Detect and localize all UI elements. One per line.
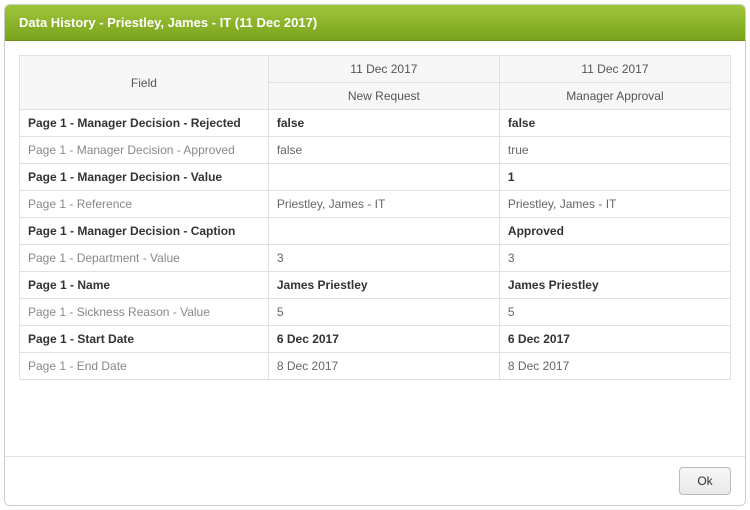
table-row: Page 1 - Manager Decision - Value 1 (20, 164, 731, 191)
value-cell: 5 (499, 299, 730, 326)
table-row: Page 1 - Start Date6 Dec 20176 Dec 2017 (20, 326, 731, 353)
value-cell: Priestley, James - IT (499, 191, 730, 218)
dialog-body: Field 11 Dec 2017 11 Dec 2017 New Reques… (5, 41, 745, 456)
field-cell: Page 1 - Sickness Reason - Value (20, 299, 269, 326)
dialog-footer: Ok (5, 456, 745, 505)
value-cell: 6 Dec 2017 (499, 326, 730, 353)
field-cell: Page 1 - Manager Decision - Approved (20, 137, 269, 164)
value-cell: 8 Dec 2017 (499, 353, 730, 380)
value-cell: James Priestley (499, 272, 730, 299)
col-header-stage-1: Manager Approval (499, 83, 730, 110)
field-cell: Page 1 - Name (20, 272, 269, 299)
field-cell: Page 1 - Start Date (20, 326, 269, 353)
table-row: Page 1 - Sickness Reason - Value55 (20, 299, 731, 326)
table-row: Page 1 - ReferencePriestley, James - ITP… (20, 191, 731, 218)
table-row: Page 1 - Manager Decision - Rejectedfals… (20, 110, 731, 137)
value-cell: false (268, 137, 499, 164)
value-cell: 1 (499, 164, 730, 191)
table-row: Page 1 - Department - Value33 (20, 245, 731, 272)
field-cell: Page 1 - Manager Decision - Value (20, 164, 269, 191)
value-cell: Priestley, James - IT (268, 191, 499, 218)
table-row: Page 1 - Manager Decision - Approvedfals… (20, 137, 731, 164)
value-cell: 3 (268, 245, 499, 272)
value-cell: false (268, 110, 499, 137)
field-cell: Page 1 - Department - Value (20, 245, 269, 272)
value-cell: 8 Dec 2017 (268, 353, 499, 380)
dialog-title: Data History - Priestley, James - IT (11… (5, 5, 745, 41)
value-cell (268, 218, 499, 245)
col-header-stage-0: New Request (268, 83, 499, 110)
table-row: Page 1 - End Date8 Dec 20178 Dec 2017 (20, 353, 731, 380)
col-header-date-0: 11 Dec 2017 (268, 56, 499, 83)
value-cell: 6 Dec 2017 (268, 326, 499, 353)
value-cell: James Priestley (268, 272, 499, 299)
value-cell: Approved (499, 218, 730, 245)
field-cell: Page 1 - Reference (20, 191, 269, 218)
table-row: Page 1 - Manager Decision - Caption Appro… (20, 218, 731, 245)
value-cell: 3 (499, 245, 730, 272)
col-header-date-1: 11 Dec 2017 (499, 56, 730, 83)
history-table: Field 11 Dec 2017 11 Dec 2017 New Reques… (19, 55, 731, 380)
field-cell: Page 1 - Manager Decision - Caption (20, 218, 269, 245)
value-cell: false (499, 110, 730, 137)
value-cell: true (499, 137, 730, 164)
col-header-field: Field (20, 56, 269, 110)
value-cell: 5 (268, 299, 499, 326)
field-cell: Page 1 - End Date (20, 353, 269, 380)
data-history-dialog: Data History - Priestley, James - IT (11… (4, 4, 746, 506)
table-row: Page 1 - NameJames PriestleyJames Priest… (20, 272, 731, 299)
field-cell: Page 1 - Manager Decision - Rejected (20, 110, 269, 137)
ok-button[interactable]: Ok (679, 467, 731, 495)
value-cell (268, 164, 499, 191)
